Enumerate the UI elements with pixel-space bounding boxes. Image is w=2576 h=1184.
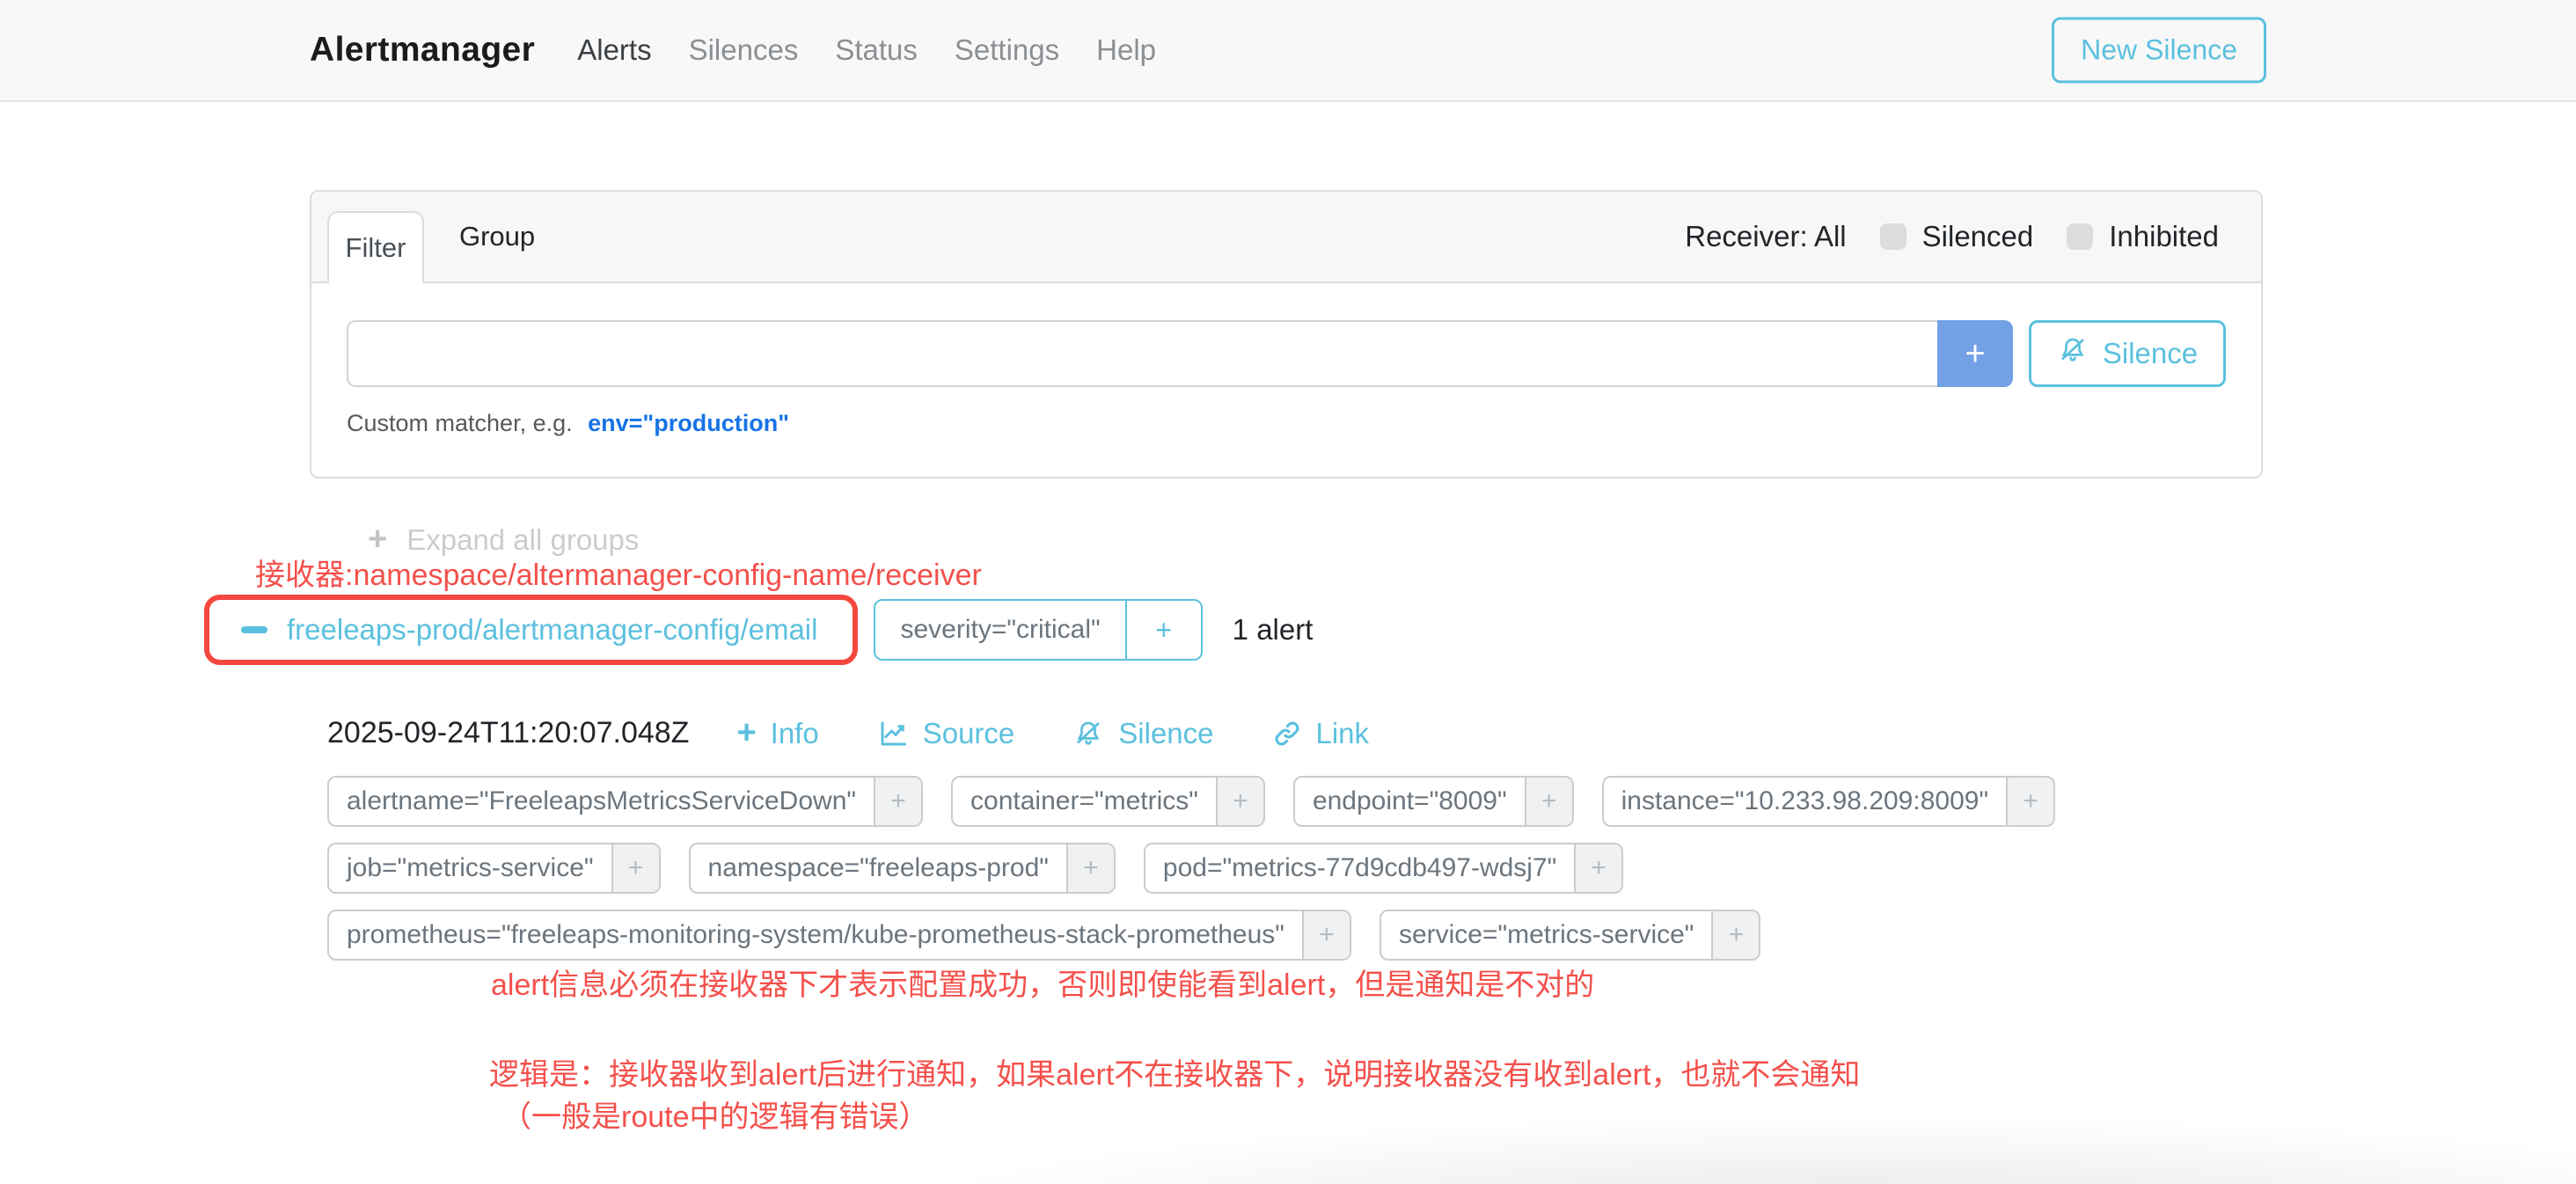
source-link-label: Source <box>923 717 1015 750</box>
tab-group[interactable]: Group <box>459 192 535 281</box>
label-chip: pod="metrics-77d9cdb497-wdsj7" + <box>1144 843 1623 894</box>
label-text: prometheus="freeleaps-monitoring-system/… <box>329 911 1302 959</box>
group-matcher-chip: severity="critical" + <box>874 599 1202 661</box>
label-text: service="metrics-service" <box>1381 911 1712 959</box>
label-chip: prometheus="freeleaps-monitoring-system/… <box>327 910 1351 961</box>
minus-icon <box>241 626 267 633</box>
navbar-inner: Alertmanager Alerts Silences Status Sett… <box>310 0 2266 100</box>
label-text: job="metrics-service" <box>329 844 611 892</box>
label-chip: container="metrics" + <box>951 776 1265 827</box>
add-label-filter-button[interactable]: + <box>1711 911 1759 959</box>
filter-header-controls: Receiver: All Silenced Inhibited <box>1685 192 2219 281</box>
add-label-filter-button[interactable]: + <box>1302 911 1350 959</box>
silenced-label: Silenced <box>1922 220 2034 253</box>
info-toggle-link[interactable]: + Info <box>736 714 818 752</box>
link-icon <box>1272 719 1302 749</box>
receiver-group-link: freeleaps-prod/alertmanager-config/email <box>287 613 817 647</box>
matcher-hint: Custom matcher, e.g. env="production" <box>347 410 2226 437</box>
nav-settings[interactable]: Settings <box>955 33 1059 67</box>
add-label-filter-button[interactable]: + <box>1574 844 1621 892</box>
matcher-example-link[interactable]: env="production" <box>588 410 789 436</box>
navbar: Alertmanager Alerts Silences Status Sett… <box>0 0 2576 102</box>
nav-help[interactable]: Help <box>1096 33 1156 67</box>
tab-filter-label: Filter <box>346 232 406 264</box>
silence-filter-label: Silence <box>2103 337 2198 370</box>
generator-link[interactable]: Link <box>1272 717 1370 750</box>
silenced-checkbox[interactable] <box>1880 223 1906 250</box>
inhibited-filter-toggle[interactable]: Inhibited <box>2067 220 2219 253</box>
add-label-filter-button[interactable]: + <box>1216 778 1263 825</box>
nav-alerts[interactable]: Alerts <box>577 33 651 67</box>
filter-panel-body: + Silence Custom matcher, e.g. env="prod <box>311 283 2261 437</box>
silence-alert-label: Silence <box>1118 717 1213 750</box>
label-text: instance="10.233.98.209:8009" <box>1604 778 2006 825</box>
label-text: pod="metrics-77d9cdb497-wdsj7" <box>1145 844 1574 892</box>
annotation-line-2: 逻辑是：接收器收到alert后进行通知，如果alert不在接收器下，说明接收器没… <box>489 1050 1860 1093</box>
label-text: endpoint="8009" <box>1295 778 1525 825</box>
bottom-shade <box>0 1100 2576 1184</box>
tab-group-label: Group <box>459 221 535 252</box>
alert-header-row: 2025-09-24T11:20:07.048Z + Info Source <box>327 714 1427 752</box>
label-text: container="metrics" <box>953 778 1216 825</box>
nav-silences[interactable]: Silences <box>689 33 799 67</box>
annotation-receiver-path: 接收器:namespace/altermanager-config-name/r… <box>255 551 982 594</box>
add-label-filter-button[interactable]: + <box>874 778 921 825</box>
receiver-highlight-box: freeleaps-prod/alertmanager-config/email <box>204 595 858 665</box>
main-nav: Alerts Silences Status Settings Help <box>577 33 1156 67</box>
group-matcher-label: severity="critical" <box>875 601 1124 659</box>
silence-filter-button[interactable]: Silence <box>2029 320 2226 387</box>
inhibited-label: Inhibited <box>2109 220 2219 253</box>
label-chip: service="metrics-service" + <box>1379 910 1761 961</box>
app-brand[interactable]: Alertmanager <box>310 31 535 69</box>
filter-panel: Filter Group Receiver: All Silenced Inhi… <box>310 190 2263 479</box>
add-label-filter-button[interactable]: + <box>1525 778 1572 825</box>
info-link-label: Info <box>771 717 819 750</box>
matcher-input[interactable] <box>347 320 1937 387</box>
label-text: namespace="freeleaps-prod" <box>691 844 1066 892</box>
add-label-filter-button[interactable]: + <box>2006 778 2053 825</box>
alert-group-row: freeleaps-prod/alertmanager-config/email… <box>204 595 1313 665</box>
annotation-line-3: （一般是route中的逻辑有错误） <box>501 1093 929 1136</box>
add-label-filter-button[interactable]: + <box>1066 844 1114 892</box>
alert-timestamp: 2025-09-24T11:20:07.048Z <box>327 716 689 750</box>
receiver-filter-dropdown[interactable]: Receiver: All <box>1685 220 1846 253</box>
annotation-line-1: alert信息必须在接收器下才表示配置成功，否则即使能看到alert，但是通知是… <box>491 961 1594 1004</box>
chart-line-icon <box>877 718 909 749</box>
label-row: job="metrics-service" + namespace="freel… <box>327 843 2055 894</box>
label-row: prometheus="freeleaps-monitoring-system/… <box>327 910 2055 961</box>
collapse-group-button[interactable]: freeleaps-prod/alertmanager-config/email <box>241 613 817 647</box>
label-chip: instance="10.233.98.209:8009" + <box>1602 776 2055 827</box>
alert-labels: alertname="FreeleapsMetricsServiceDown" … <box>327 776 2055 976</box>
bell-slash-icon <box>2057 334 2089 373</box>
label-chip: alertname="FreeleapsMetricsServiceDown" … <box>327 776 923 827</box>
nav-status[interactable]: Status <box>835 33 918 67</box>
source-link[interactable]: Source <box>877 717 1015 750</box>
label-text: alertname="FreeleapsMetricsServiceDown" <box>329 778 874 825</box>
matcher-hint-text: Custom matcher, e.g. <box>347 410 573 436</box>
alert-count: 1 alert <box>1233 613 1314 647</box>
label-chip: job="metrics-service" + <box>327 843 661 894</box>
plus-icon: + <box>736 714 756 752</box>
filter-panel-header: Filter Group Receiver: All Silenced Inhi… <box>311 192 2261 283</box>
matcher-input-row: + Silence <box>347 320 2226 387</box>
tab-filter[interactable]: Filter <box>327 211 424 283</box>
silenced-filter-toggle[interactable]: Silenced <box>1880 220 2034 253</box>
alertmanager-page: Alertmanager Alerts Silences Status Sett… <box>0 0 2576 1184</box>
generator-link-label: Link <box>1316 717 1370 750</box>
add-group-matcher-button[interactable]: + <box>1125 601 1201 659</box>
add-label-filter-button[interactable]: + <box>611 844 659 892</box>
inhibited-checkbox[interactable] <box>2067 223 2093 250</box>
add-matcher-button[interactable]: + <box>1937 320 2013 387</box>
label-chip: endpoint="8009" + <box>1293 776 1574 827</box>
bell-slash-icon <box>1072 718 1104 749</box>
new-silence-button[interactable]: New Silence <box>2052 18 2266 84</box>
matcher-input-group: + <box>347 320 2013 387</box>
silence-alert-link[interactable]: Silence <box>1072 717 1213 750</box>
label-row: alertname="FreeleapsMetricsServiceDown" … <box>327 776 2055 827</box>
label-chip: namespace="freeleaps-prod" + <box>689 843 1116 894</box>
